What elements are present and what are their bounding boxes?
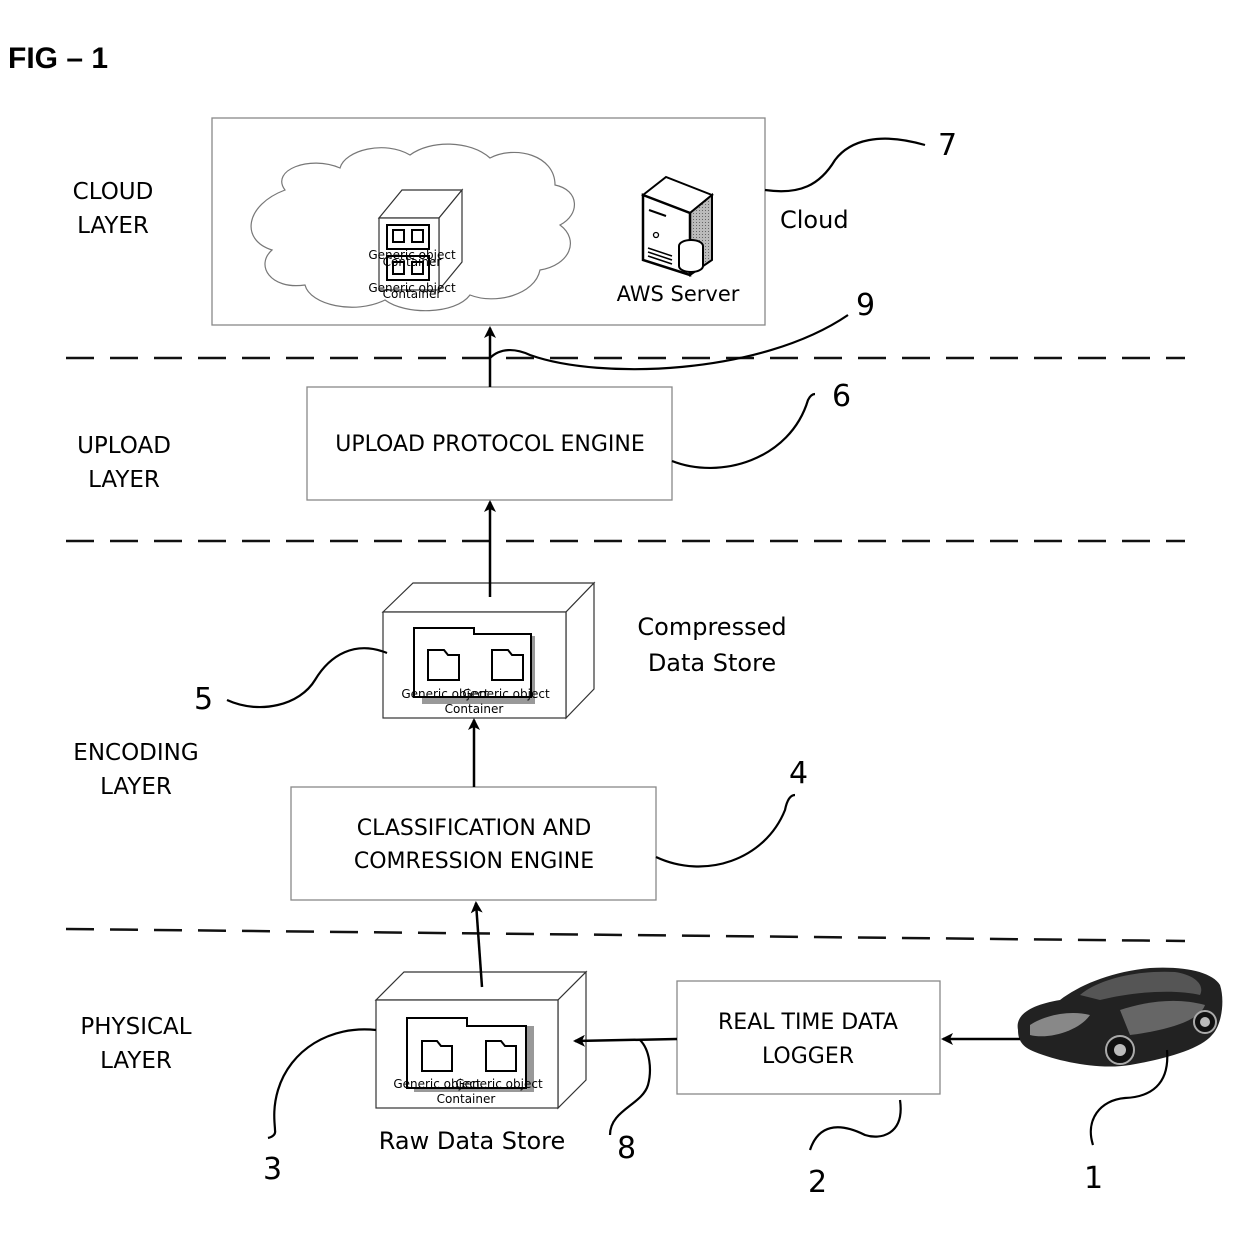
ref-numeral-6: 6 bbox=[832, 379, 851, 414]
divider-encoding-physical bbox=[65, 927, 1186, 943]
layer-label-upload: UPLOAD LAYER bbox=[77, 433, 171, 493]
layer-label-encoding: ENCODING LAYER bbox=[73, 740, 198, 800]
cloud-label: Cloud bbox=[780, 206, 849, 234]
raw-data-store: Generic object Generic object Container bbox=[374, 970, 588, 1110]
compressed-object-b: Generic object bbox=[462, 687, 550, 701]
compressed-data-store: Generic object Generic object Container bbox=[381, 581, 596, 720]
aws-server-label: AWS Server bbox=[617, 282, 740, 306]
diagram-canvas: FIG – 1 CLOUD LAYER UPLOAD LAYER ENCODIN… bbox=[8, 42, 1223, 1200]
leader-2 bbox=[808, 1099, 902, 1151]
leader-5 bbox=[226, 647, 388, 709]
ref-numeral-2: 2 bbox=[808, 1165, 827, 1200]
upload-protocol-engine: UPLOAD PROTOCOL ENGINE bbox=[306, 386, 673, 501]
ref-numeral-4: 4 bbox=[789, 756, 808, 791]
cloud-container-text-2: Container bbox=[383, 255, 442, 269]
cloud-object-container-icon bbox=[377, 188, 464, 292]
ref-numeral-1: 1 bbox=[1084, 1161, 1103, 1196]
layer-label-physical: PHYSICAL LAYER bbox=[80, 1014, 191, 1074]
compressed-store-label-1: Compressed bbox=[637, 613, 786, 641]
leader-4 bbox=[655, 793, 796, 868]
raw-container-label: Container bbox=[437, 1092, 496, 1106]
classification-compression-engine: CLASSIFICATION AND COMRESSION ENGINE bbox=[290, 786, 657, 901]
svg-text:PHYSICAL: PHYSICAL bbox=[80, 1014, 191, 1040]
car-icon bbox=[1017, 967, 1223, 1067]
data-logger-line1: REAL TIME DATA bbox=[718, 1010, 898, 1035]
raw-store-label: Raw Data Store bbox=[379, 1127, 565, 1155]
data-logger-line2: LOGGER bbox=[762, 1044, 854, 1069]
compressed-store-label-2: Data Store bbox=[648, 649, 776, 677]
real-time-data-logger: REAL TIME DATA LOGGER bbox=[676, 980, 941, 1095]
leader-3 bbox=[267, 1028, 377, 1140]
ref-numeral-8: 8 bbox=[617, 1131, 636, 1166]
compressed-container-label: Container bbox=[445, 702, 504, 716]
svg-text:UPLOAD: UPLOAD bbox=[77, 433, 171, 459]
upload-engine-label: UPLOAD PROTOCOL ENGINE bbox=[335, 432, 645, 457]
cloud-container-text-4: Container bbox=[383, 287, 442, 301]
svg-text:LAYER: LAYER bbox=[77, 213, 149, 239]
leader-8 bbox=[608, 1039, 651, 1136]
svg-text:CLOUD: CLOUD bbox=[73, 179, 154, 205]
cloud-box: Generic object Container Generic object … bbox=[211, 117, 766, 326]
ref-numeral-9: 9 bbox=[856, 288, 875, 323]
classification-engine-line2: COMRESSION ENGINE bbox=[354, 849, 594, 874]
raw-object-b: Generic object bbox=[455, 1077, 543, 1091]
server-icon bbox=[640, 175, 714, 277]
classification-engine-line1: CLASSIFICATION AND bbox=[357, 816, 592, 841]
figure-title: FIG – 1 bbox=[8, 42, 108, 75]
ref-numeral-3: 3 bbox=[263, 1152, 282, 1187]
ref-numeral-7: 7 bbox=[938, 128, 957, 163]
leader-6 bbox=[671, 392, 816, 469]
arrow-logger-to-raw bbox=[573, 1034, 678, 1047]
svg-text:LAYER: LAYER bbox=[100, 1048, 172, 1074]
layer-label-cloud: CLOUD LAYER bbox=[73, 179, 154, 239]
svg-text:ENCODING: ENCODING bbox=[73, 740, 198, 766]
svg-text:LAYER: LAYER bbox=[100, 774, 172, 800]
svg-text:LAYER: LAYER bbox=[88, 467, 160, 493]
ref-numeral-5: 5 bbox=[194, 682, 213, 717]
leader-7 bbox=[764, 137, 926, 193]
